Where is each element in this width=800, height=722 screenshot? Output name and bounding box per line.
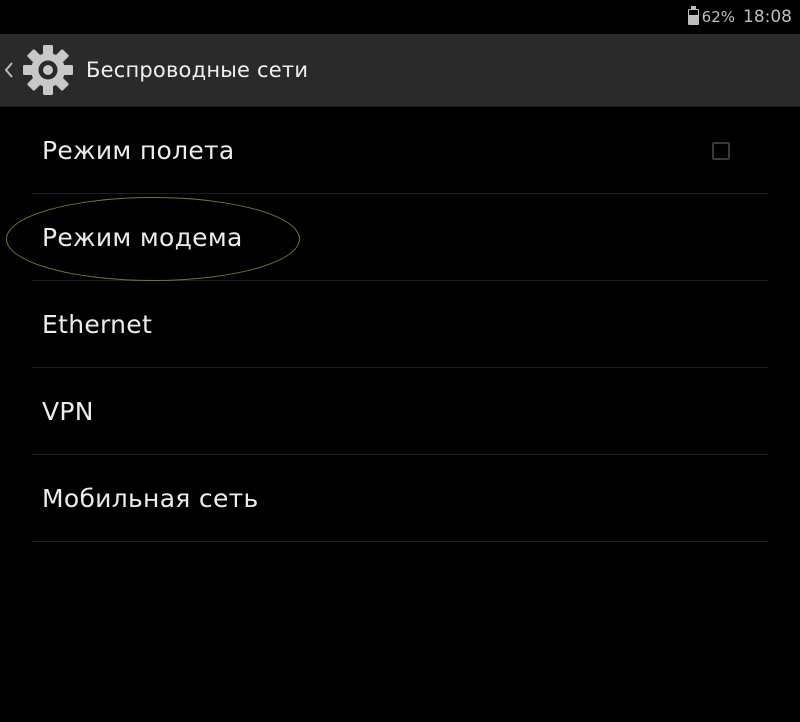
item-label: Мобильная сеть — [42, 483, 259, 513]
list-item-mobile-network[interactable]: Мобильная сеть — [32, 455, 768, 542]
battery-percent: 62% — [701, 8, 735, 26]
up-button[interactable] — [0, 34, 78, 106]
action-bar: Беспроводные сети — [0, 34, 800, 107]
item-label: Ethernet — [42, 309, 153, 339]
screen-title: Беспроводные сети — [86, 58, 309, 82]
item-label: Режим полета — [42, 135, 235, 165]
list-item-airplane-mode[interactable]: Режим полета — [32, 107, 768, 194]
item-label: VPN — [42, 396, 94, 426]
battery-fill — [688, 15, 698, 24]
status-bar: 62% 18:08 — [0, 0, 800, 34]
list-item-ethernet[interactable]: Ethernet — [32, 281, 768, 368]
settings-list: Режим полета Режим модема Ethernet VPN М… — [32, 107, 768, 542]
airplane-mode-checkbox[interactable] — [712, 142, 730, 160]
settings-gear-icon — [18, 40, 78, 100]
battery-indicator: 62% — [687, 6, 735, 26]
clock: 18:08 — [743, 7, 792, 27]
battery-icon — [687, 6, 699, 25]
item-label: Режим модема — [42, 222, 243, 252]
list-item-tethering[interactable]: Режим модема — [32, 194, 768, 281]
chevron-left-icon — [2, 60, 16, 80]
status-indicators: 62% 18:08 — [687, 6, 792, 28]
list-item-vpn[interactable]: VPN — [32, 368, 768, 455]
